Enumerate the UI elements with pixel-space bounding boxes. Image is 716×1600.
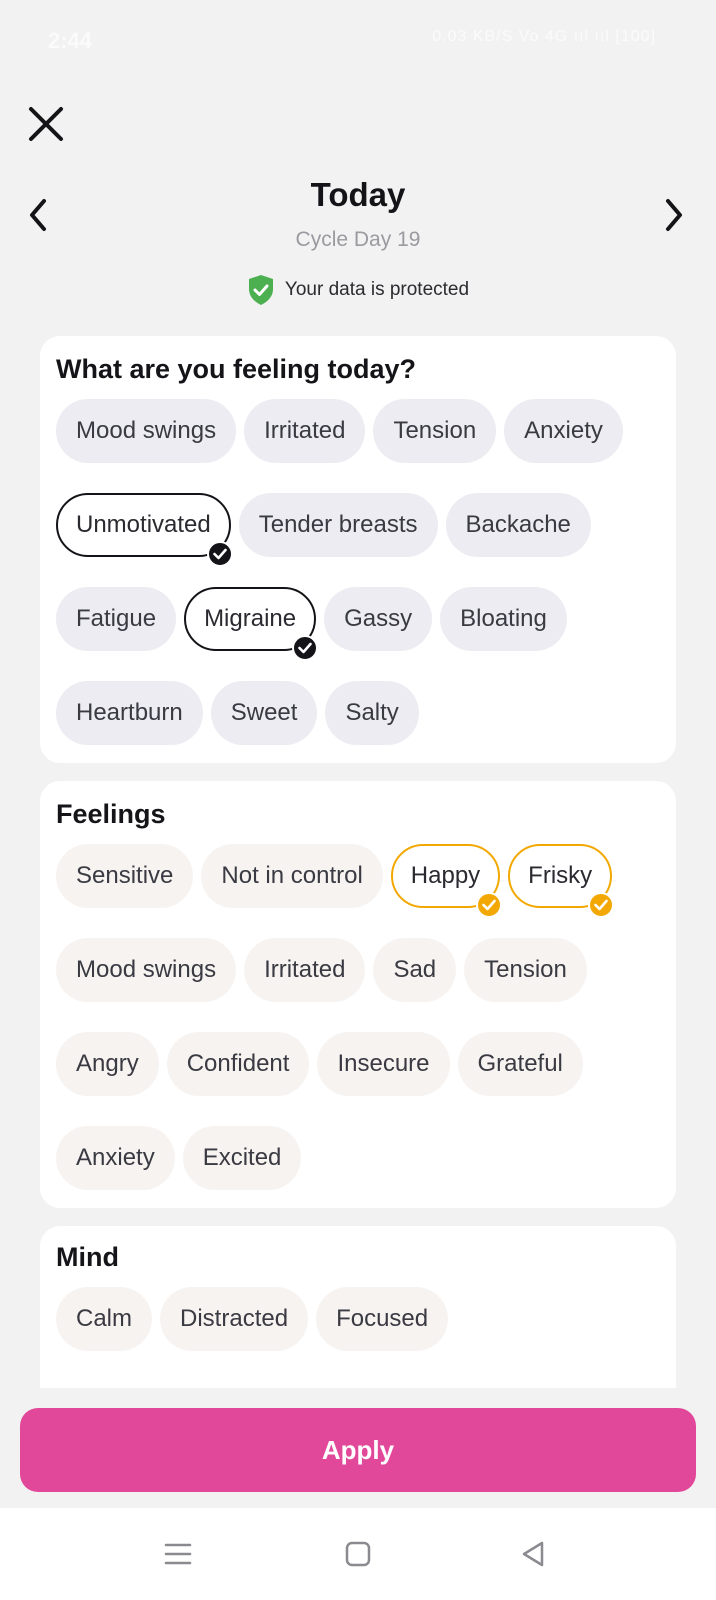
chip-label: Focused (336, 1305, 429, 1332)
chip-label: Sad (393, 956, 437, 983)
chip-label: Tension (484, 956, 567, 983)
system-navigation-bar (0, 1508, 716, 1600)
chip-label: Tension (393, 417, 477, 444)
chip-migraine[interactable]: Migraine (184, 587, 319, 661)
chip-label: Salty (345, 699, 399, 726)
apply-button[interactable]: Apply (20, 1408, 696, 1492)
chip-fatigue[interactable]: Fatigue (56, 587, 177, 651)
chip-label: Irritated (264, 417, 346, 444)
chip-label: Confident (186, 1050, 290, 1077)
chip-label: Grateful (477, 1050, 563, 1077)
check-icon (206, 541, 233, 567)
cycle-day-label: Cycle Day 19 (295, 228, 421, 251)
feelings-card: Feelings Sensitive Not in control Happy … (40, 781, 676, 1208)
chip-calm[interactable]: Calm (56, 1287, 153, 1351)
chip-label: Anxiety (524, 417, 603, 444)
close-icon (29, 107, 63, 141)
check-icon (292, 635, 319, 661)
data-protected-notice: Your data is protected (0, 274, 716, 306)
chip-label: Heartburn (76, 699, 183, 726)
chip-mood-swings[interactable]: Mood swings (56, 399, 237, 463)
chip-unmotivated[interactable]: Unmotivated (56, 493, 233, 567)
status-bar: 2:44 0.03 KB/S Vo 4G ııl ııl [100] (0, 0, 716, 80)
chip-label: Mood swings (76, 417, 217, 444)
feelings-chips: Sensitive Not in control Happy Frisky Mo… (56, 844, 660, 1190)
page-title: Today (310, 176, 406, 213)
chip-label: Excited (202, 1144, 282, 1171)
chip-frisky[interactable]: Frisky (508, 844, 615, 918)
chip-label: Irritated (264, 956, 346, 983)
options-scroll-area[interactable]: What are you feeling today? Mood swings … (40, 336, 676, 1388)
chip-backache[interactable]: Backache (445, 493, 591, 557)
chip-anxiety[interactable]: Anxiety (504, 399, 623, 463)
chip-gassy[interactable]: Gassy (324, 587, 433, 651)
chip-tension[interactable]: Tension (373, 399, 497, 463)
symptoms-card: What are you feeling today? Mood swings … (40, 336, 676, 763)
check-icon (588, 892, 615, 918)
mind-title: Mind (56, 1242, 119, 1272)
chip-label: Mood swings (76, 956, 217, 983)
chip-label: Sweet (230, 699, 298, 726)
chip-irritated[interactable]: Irritated (244, 399, 366, 463)
chip-label: Fatigue (76, 605, 157, 632)
chip-label: Insecure (337, 1050, 430, 1077)
chip-label: Distracted (180, 1305, 289, 1332)
chip-irritated[interactable]: Irritated (244, 938, 366, 1002)
chip-salty[interactable]: Salty (325, 681, 419, 745)
menu-icon (164, 1543, 192, 1565)
chip-not-in-control[interactable]: Not in control (201, 844, 383, 908)
home-button[interactable] (338, 1534, 378, 1574)
chip-sensitive[interactable]: Sensitive (56, 844, 194, 908)
chip-label: Frisky (528, 862, 593, 889)
chip-insecure[interactable]: Insecure (317, 1032, 450, 1096)
chip-grateful[interactable]: Grateful (457, 1032, 583, 1096)
back-button[interactable] (514, 1534, 554, 1574)
chip-label: Sensitive (76, 862, 174, 889)
mind-chips: Calm Distracted Focused (56, 1287, 660, 1351)
symptoms-chips: Mood swings Irritated Tension Anxiety Un… (56, 399, 660, 745)
feelings-title: Feelings (56, 799, 166, 829)
chip-label: Migraine (204, 605, 297, 632)
chip-heartburn[interactable]: Heartburn (56, 681, 203, 745)
shield-check-icon (248, 275, 273, 305)
chip-label: Angry (76, 1050, 139, 1077)
check-icon (476, 892, 503, 918)
chip-label: Calm (76, 1305, 133, 1332)
square-home-icon (345, 1541, 371, 1567)
recent-apps-button[interactable] (158, 1534, 198, 1574)
chip-happy[interactable]: Happy (390, 844, 503, 918)
chip-mood-swings[interactable]: Mood swings (56, 938, 237, 1002)
close-button[interactable] (26, 104, 66, 144)
chip-tension[interactable]: Tension (464, 938, 587, 1002)
chip-label: Happy (410, 862, 481, 889)
chip-confident[interactable]: Confident (166, 1032, 310, 1096)
chip-label: Anxiety (76, 1144, 155, 1171)
status-icons: 0.03 KB/S Vo 4G ııl ııl [100] (432, 28, 656, 45)
status-time: 2:44 (48, 28, 93, 53)
triangle-back-icon (522, 1541, 544, 1567)
chip-bloating[interactable]: Bloating (440, 587, 567, 651)
chip-label: Unmotivated (76, 511, 211, 538)
chip-focused[interactable]: Focused (316, 1287, 449, 1351)
chip-label: Gassy (344, 605, 413, 632)
chip-angry[interactable]: Angry (56, 1032, 159, 1096)
chip-label: Backache (465, 511, 571, 538)
symptoms-title: What are you feeling today? (56, 354, 417, 384)
mind-card: Mind Calm Distracted Focused (40, 1226, 676, 1388)
chip-label: Tender breasts (258, 511, 418, 538)
chip-tender-breasts[interactable]: Tender breasts (238, 493, 438, 557)
chip-label: Bloating (460, 605, 547, 632)
protected-text: Your data is protected (284, 279, 470, 300)
chip-sad[interactable]: Sad (373, 938, 457, 1002)
chip-distracted[interactable]: Distracted (160, 1287, 309, 1351)
chip-anxiety[interactable]: Anxiety (56, 1126, 175, 1190)
chip-label: Not in control (221, 862, 363, 889)
chip-sweet[interactable]: Sweet (210, 681, 318, 745)
chip-excited[interactable]: Excited (182, 1126, 302, 1190)
